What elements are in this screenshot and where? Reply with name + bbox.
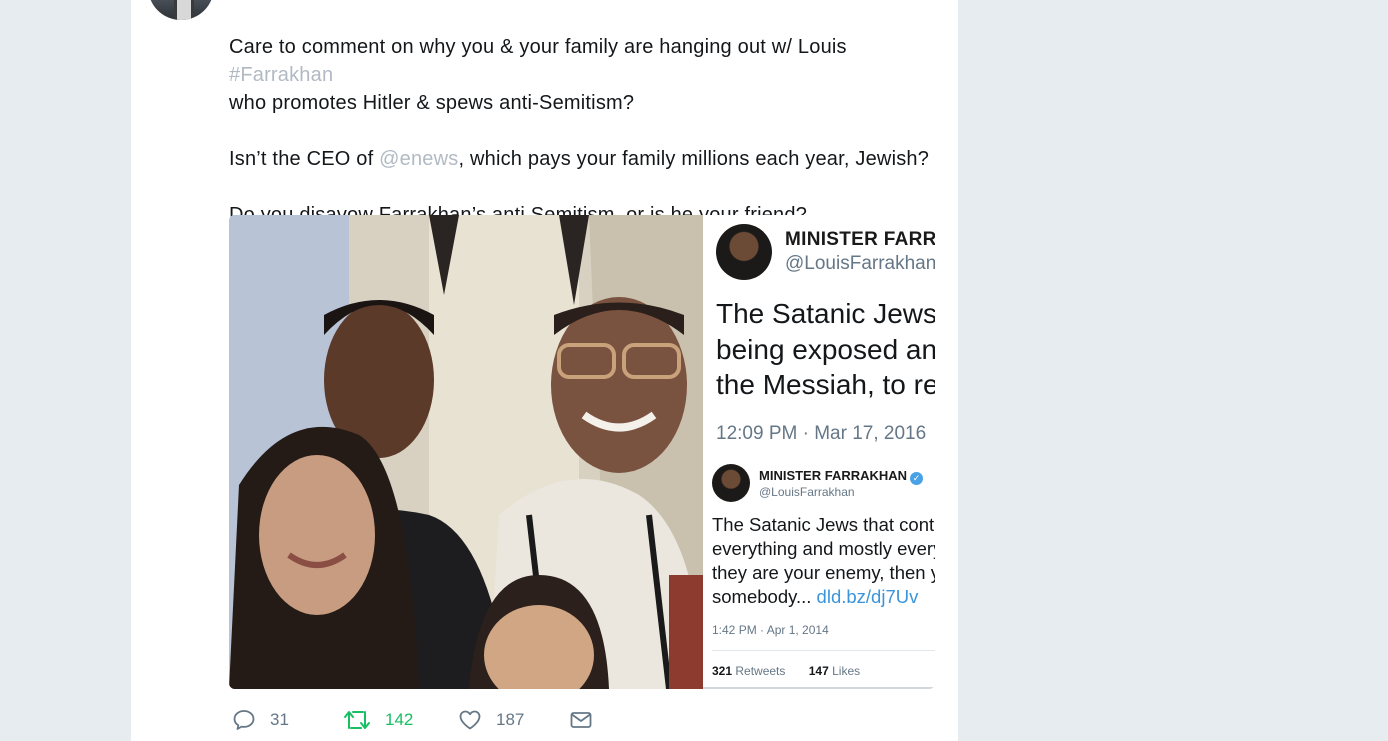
reply-count: 31 (270, 710, 289, 729)
like-count: 187 (496, 710, 525, 729)
tweet-paragraph-1: Care to comment on why you & your family… (229, 36, 847, 114)
family-photo[interactable] (229, 215, 703, 689)
mention-link[interactable]: @enews (379, 148, 458, 170)
tweet-paragraph-2: Isn’t the CEO of @enews, which pays your… (229, 148, 930, 170)
photo-illustration (229, 215, 703, 689)
retweet-count: 142 (385, 710, 414, 729)
screenshot-author-handle: @LouisFarrakhan (785, 253, 935, 274)
quoted-timestamp: 1:42 PM · Apr 1, 2014 (712, 623, 829, 637)
farrakhan-avatar-small (712, 464, 750, 502)
screenshot-timestamp: 12:09 PM · Mar 17, 2016 (716, 423, 927, 444)
embedded-tweet-screenshot: MINISTER FARRA @LouisFarrakhan The Satan… (703, 215, 935, 689)
retweet-icon (343, 708, 371, 732)
quoted-author-name: MINISTER FARRAKHAN ✓ (759, 468, 924, 485)
page: Care to comment on why you & your family… (0, 0, 1388, 741)
quoted-link: dld.bz/dj7Uv (816, 586, 919, 607)
stats-divider (712, 650, 935, 651)
heart-icon (458, 708, 482, 732)
farrakhan-avatar-large (716, 224, 772, 280)
quoted-stats: 321 Retweets 147 Likes (712, 664, 861, 678)
quoted-author-handle: @LouisFarrakhan (759, 485, 855, 499)
tweet-media[interactable]: MINISTER FARRA @LouisFarrakhan The Satan… (229, 215, 935, 689)
screenshot-author-name: MINISTER FARRA (785, 229, 935, 250)
hashtag-link[interactable]: #Farrakhan (229, 64, 333, 86)
quoted-tweet-text: The Satanic Jews that contro everything … (712, 514, 935, 607)
screenshot-bottom-rule (703, 687, 935, 689)
reply-button[interactable]: 31 (232, 706, 289, 734)
tweet-actions: 31 142 187 (232, 706, 832, 734)
direct-message-button[interactable] (569, 706, 593, 734)
verified-badge-icon: ✓ (910, 472, 924, 485)
envelope-icon (569, 708, 593, 732)
reply-icon (232, 708, 256, 732)
like-button[interactable]: 187 (458, 706, 524, 734)
retweet-button[interactable]: 142 (343, 706, 413, 734)
screenshot-tweet-text: The Satanic Jews a being exposed and the… (716, 298, 935, 400)
